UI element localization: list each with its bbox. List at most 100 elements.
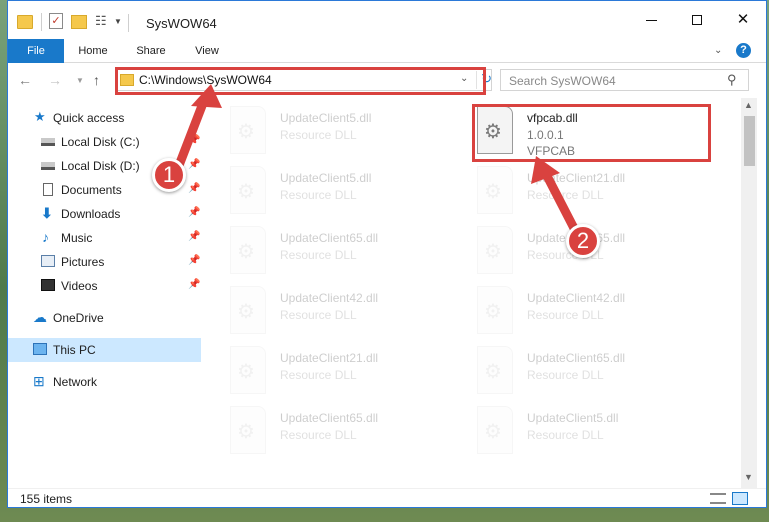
- scroll-thumb[interactable]: [744, 116, 755, 166]
- scroll-up-icon[interactable]: ▲: [744, 100, 753, 110]
- tab-share[interactable]: Share: [126, 39, 176, 63]
- sidebar-item-local-disk-c[interactable]: Local Disk (C:) 📌: [8, 130, 201, 154]
- file-name: UpdateClient42.dll: [527, 291, 626, 305]
- pin-icon[interactable]: 📌: [188, 207, 200, 218]
- sidebar-item-label: Music: [61, 231, 93, 245]
- dll-file-icon: [477, 226, 513, 274]
- maximize-button[interactable]: [674, 1, 720, 39]
- close-button[interactable]: ✕: [720, 1, 766, 39]
- up-button[interactable]: ↑: [93, 72, 100, 88]
- dll-file-icon: [230, 406, 266, 454]
- dll-file-icon: [230, 166, 266, 214]
- file-description: Resource DLL: [280, 368, 357, 382]
- videos-icon: [41, 279, 55, 291]
- sidebar-item-label: This PC: [53, 343, 96, 357]
- forward-button[interactable]: →: [48, 72, 62, 88]
- tab-home[interactable]: Home: [68, 39, 118, 63]
- file-item[interactable]: UpdateClient65.dll Resource DLL: [203, 402, 448, 460]
- title-bar: ✓ ☷ ▼ SysWOW64 ✕: [8, 1, 766, 39]
- file-name: UpdateClient5.dll: [527, 411, 619, 425]
- search-input[interactable]: Search SysWOW64 ⚲: [500, 69, 749, 91]
- file-item[interactable]: UpdateClient21.dll Resource DLL: [203, 342, 448, 400]
- file-name: UpdateClient65.dll: [527, 351, 626, 365]
- music-icon: ♪: [42, 229, 49, 245]
- sidebar-item-label: Network: [53, 375, 98, 389]
- file-item[interactable]: UpdateClient65.dll Resource DLL: [203, 222, 448, 280]
- new-folder-button[interactable]: [71, 15, 87, 29]
- star-icon: ★: [34, 109, 46, 124]
- vertical-scrollbar[interactable]: ▲ ▼: [741, 98, 757, 488]
- pin-icon[interactable]: 📌: [188, 255, 200, 266]
- sidebar-item-downloads[interactable]: ⬇ Downloads 📌: [8, 202, 201, 226]
- downloads-icon: ⬇: [41, 205, 53, 221]
- divider: [128, 14, 129, 32]
- item-count: 155 items: [20, 492, 73, 506]
- file-name: UpdateClient5.dll: [280, 171, 372, 185]
- sidebar-item-music[interactable]: ♪ Music 📌: [8, 226, 201, 250]
- file-description: Resource DLL: [280, 128, 357, 142]
- help-icon[interactable]: ?: [736, 43, 751, 58]
- file-item[interactable]: UpdateClient42.dll Resource DLL: [203, 282, 448, 340]
- documents-icon: [43, 183, 53, 196]
- tiles-view-icon[interactable]: [732, 492, 748, 505]
- dll-file-icon: [477, 346, 513, 394]
- navigation-pane: ★ Quick access Local Disk (C:) 📌 Local D…: [8, 98, 203, 488]
- dll-file-icon: [230, 226, 266, 274]
- dll-file-icon: [477, 166, 513, 214]
- sidebar-item-quick-access[interactable]: ★ Quick access: [8, 106, 201, 130]
- back-button[interactable]: ←: [18, 72, 32, 88]
- tab-file[interactable]: File: [8, 39, 64, 63]
- file-name: UpdateClient21.dll: [527, 171, 626, 185]
- sidebar-item-this-pc[interactable]: This PC: [8, 338, 201, 362]
- pin-icon[interactable]: 📌: [188, 159, 200, 170]
- file-description: Resource DLL: [527, 308, 604, 322]
- file-description: Resource DLL: [280, 248, 357, 262]
- details-view-icon[interactable]: [710, 493, 726, 504]
- status-bar: 155 items: [8, 488, 766, 507]
- dll-file-icon: [230, 346, 266, 394]
- file-item[interactable]: UpdateClient5.dll Resource DLL: [203, 162, 448, 220]
- sidebar-item-label: OneDrive: [53, 311, 104, 325]
- sidebar-item-label: Documents: [61, 183, 122, 197]
- expand-ribbon-icon[interactable]: ⌄: [714, 45, 722, 56]
- file-item[interactable]: UpdateClient65.dll Resource DLL: [450, 342, 695, 400]
- minimize-button[interactable]: [628, 1, 674, 39]
- pin-icon[interactable]: 📌: [188, 135, 200, 146]
- file-name: UpdateClient42.dll: [280, 291, 379, 305]
- dll-file-icon: [477, 406, 513, 454]
- sidebar-item-pictures[interactable]: Pictures 📌: [8, 250, 201, 274]
- pin-icon[interactable]: 📌: [188, 183, 200, 194]
- file-description: Resource DLL: [280, 308, 357, 322]
- search-icon[interactable]: ⚲: [727, 72, 737, 88]
- properties-button[interactable]: ✓: [49, 13, 63, 29]
- file-name: UpdateClient65.dll: [280, 411, 379, 425]
- dll-file-icon: [230, 286, 266, 334]
- view-toggle-icon[interactable]: ☷: [95, 13, 111, 29]
- sidebar-item-label: Downloads: [61, 207, 121, 221]
- sidebar-item-label: Local Disk (C:): [61, 135, 140, 149]
- dll-file-icon: [477, 286, 513, 334]
- pin-icon[interactable]: 📌: [188, 279, 200, 290]
- file-item[interactable]: UpdateClient5.dll Resource DLL: [450, 402, 695, 460]
- sidebar-item-videos[interactable]: Videos 📌: [8, 274, 201, 298]
- tab-view[interactable]: View: [184, 39, 230, 63]
- file-item[interactable]: UpdateClient42.dll Resource DLL: [450, 282, 695, 340]
- sidebar-item-onedrive[interactable]: ☁ OneDrive: [8, 306, 201, 330]
- file-name: UpdateClient65.dll: [280, 231, 379, 245]
- sidebar-item-label: Videos: [61, 279, 98, 293]
- step-marker-1: 1: [152, 158, 186, 192]
- drive-icon: [41, 138, 55, 146]
- sidebar-item-network[interactable]: ⊞ Network: [8, 370, 201, 394]
- onedrive-icon: ☁: [33, 309, 47, 325]
- network-icon: ⊞: [33, 373, 45, 389]
- ribbon-tabs: File Home Share View ⌄ ?: [8, 39, 766, 63]
- sidebar-item-label: Pictures: [61, 255, 105, 269]
- file-item[interactable]: UpdateClient21.dll Resource DLL: [450, 162, 695, 220]
- chevron-down-icon[interactable]: ▼: [114, 17, 122, 35]
- recent-locations-icon[interactable]: ▼: [76, 76, 84, 85]
- scroll-down-icon[interactable]: ▼: [744, 472, 753, 482]
- file-item[interactable]: UpdateClient5.dll Resource DLL: [203, 102, 448, 160]
- pin-icon[interactable]: 📌: [188, 231, 200, 242]
- pc-icon: [33, 343, 47, 355]
- sidebar-item-label: Local Disk (D:): [61, 159, 140, 173]
